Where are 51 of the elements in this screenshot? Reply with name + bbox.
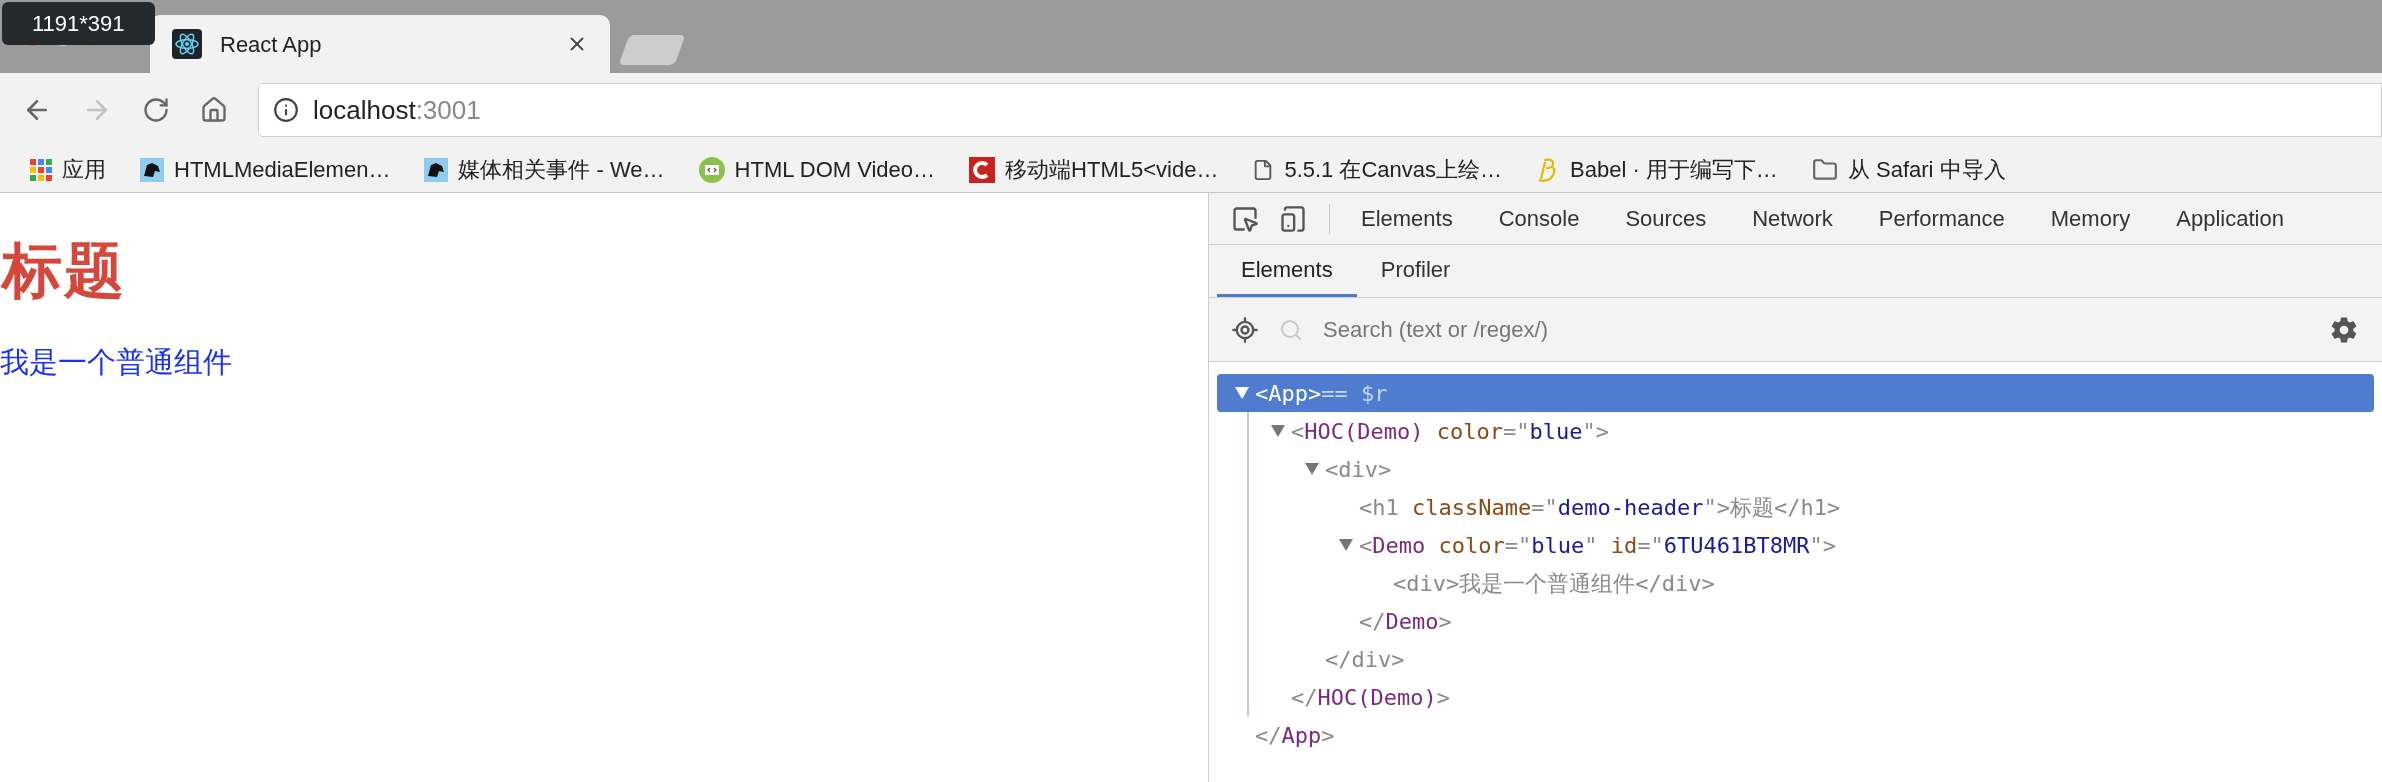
device-icon[interactable] xyxy=(1279,204,1307,233)
expand-triangle-icon[interactable] xyxy=(1271,424,1285,438)
devtools-tab[interactable]: Sources xyxy=(1602,193,1730,244)
target-icon[interactable] xyxy=(1231,315,1259,344)
bookmark-link[interactable]: Babel · 用于编写下… xyxy=(1570,153,1778,186)
apps-grid-icon xyxy=(30,158,52,181)
panel-tab[interactable]: Profiler xyxy=(1356,245,1475,297)
c-logo-tile-icon xyxy=(969,156,996,183)
animal-head-icon xyxy=(140,157,164,182)
settings-icon[interactable] xyxy=(2330,315,2358,344)
code-badge-icon xyxy=(698,156,725,183)
animal-head-icon xyxy=(424,157,449,182)
tree-node-line[interactable]: <HOC(Demo) color="blue"> xyxy=(1291,414,1609,448)
devtools-tab[interactable]: Application xyxy=(2153,193,2307,244)
expand-triangle-icon[interactable] xyxy=(1339,538,1353,552)
devtools-tab[interactable]: Memory xyxy=(2027,193,2154,244)
size-tooltip: 1191*391 xyxy=(2,2,155,45)
url-text: localhost:3001 xyxy=(313,93,481,127)
tree-node-line[interactable]: <Demo color="blue" id="6TU461BT8MR"> xyxy=(1359,528,1836,562)
browser-tab[interactable]: React App xyxy=(150,15,610,73)
home-icon[interactable] xyxy=(200,96,228,124)
page-heading: 标题 xyxy=(0,236,127,306)
tree-node-line[interactable]: <App>== $r xyxy=(1255,376,1388,410)
tree-node-line[interactable]: </HOC(Demo)> xyxy=(1291,680,1450,714)
bookmark-link[interactable]: 5.5.1 在Canvas上绘… xyxy=(1284,153,1503,186)
address-field[interactable]: localhost:3001 xyxy=(258,83,2382,137)
bookmark-link[interactable]: 移动端HTML5<vide… xyxy=(1005,153,1219,186)
reload-icon[interactable] xyxy=(142,96,170,124)
expand-triangle-icon[interactable] xyxy=(1235,386,1249,400)
devtools-tab[interactable]: Console xyxy=(1475,193,1603,244)
expand-triangle-icon[interactable] xyxy=(1305,462,1319,476)
bookmark-link[interactable]: 媒体相关事件 - We… xyxy=(458,153,665,186)
search-icon xyxy=(1279,317,1303,342)
tree-node-line[interactable]: </App> xyxy=(1255,718,1335,752)
atom-logo-icon xyxy=(172,29,202,59)
info-icon xyxy=(273,97,299,123)
tree-node-line[interactable]: </Demo> xyxy=(1359,604,1452,638)
bookmark-link[interactable]: 应用 xyxy=(62,153,106,186)
inspect-pointer-icon[interactable] xyxy=(1231,204,1259,233)
folder-icon xyxy=(1811,156,1838,183)
devtools-tab[interactable]: Elements xyxy=(1338,193,1476,244)
tree-node-line[interactable]: <h1 className="demo-header">标题</h1> xyxy=(1359,490,1841,524)
devtools-tab[interactable]: Network xyxy=(1729,193,1856,244)
bookmark-link[interactable]: HTMLMediaElemen… xyxy=(174,153,391,186)
devtools-tab[interactable]: Performance xyxy=(1855,193,2028,244)
search-bar[interactable]: Search (text or /regex/) xyxy=(1209,298,2382,362)
bookmark-link[interactable]: HTML DOM Video… xyxy=(734,153,936,186)
bookmark-link[interactable]: 从 Safari 中导入 xyxy=(1847,153,2006,186)
tab-title: React App xyxy=(220,30,323,59)
page-text: 我是一个普通组件 xyxy=(0,345,232,380)
search-input[interactable]: Search (text or /regex/) xyxy=(1323,313,2310,346)
